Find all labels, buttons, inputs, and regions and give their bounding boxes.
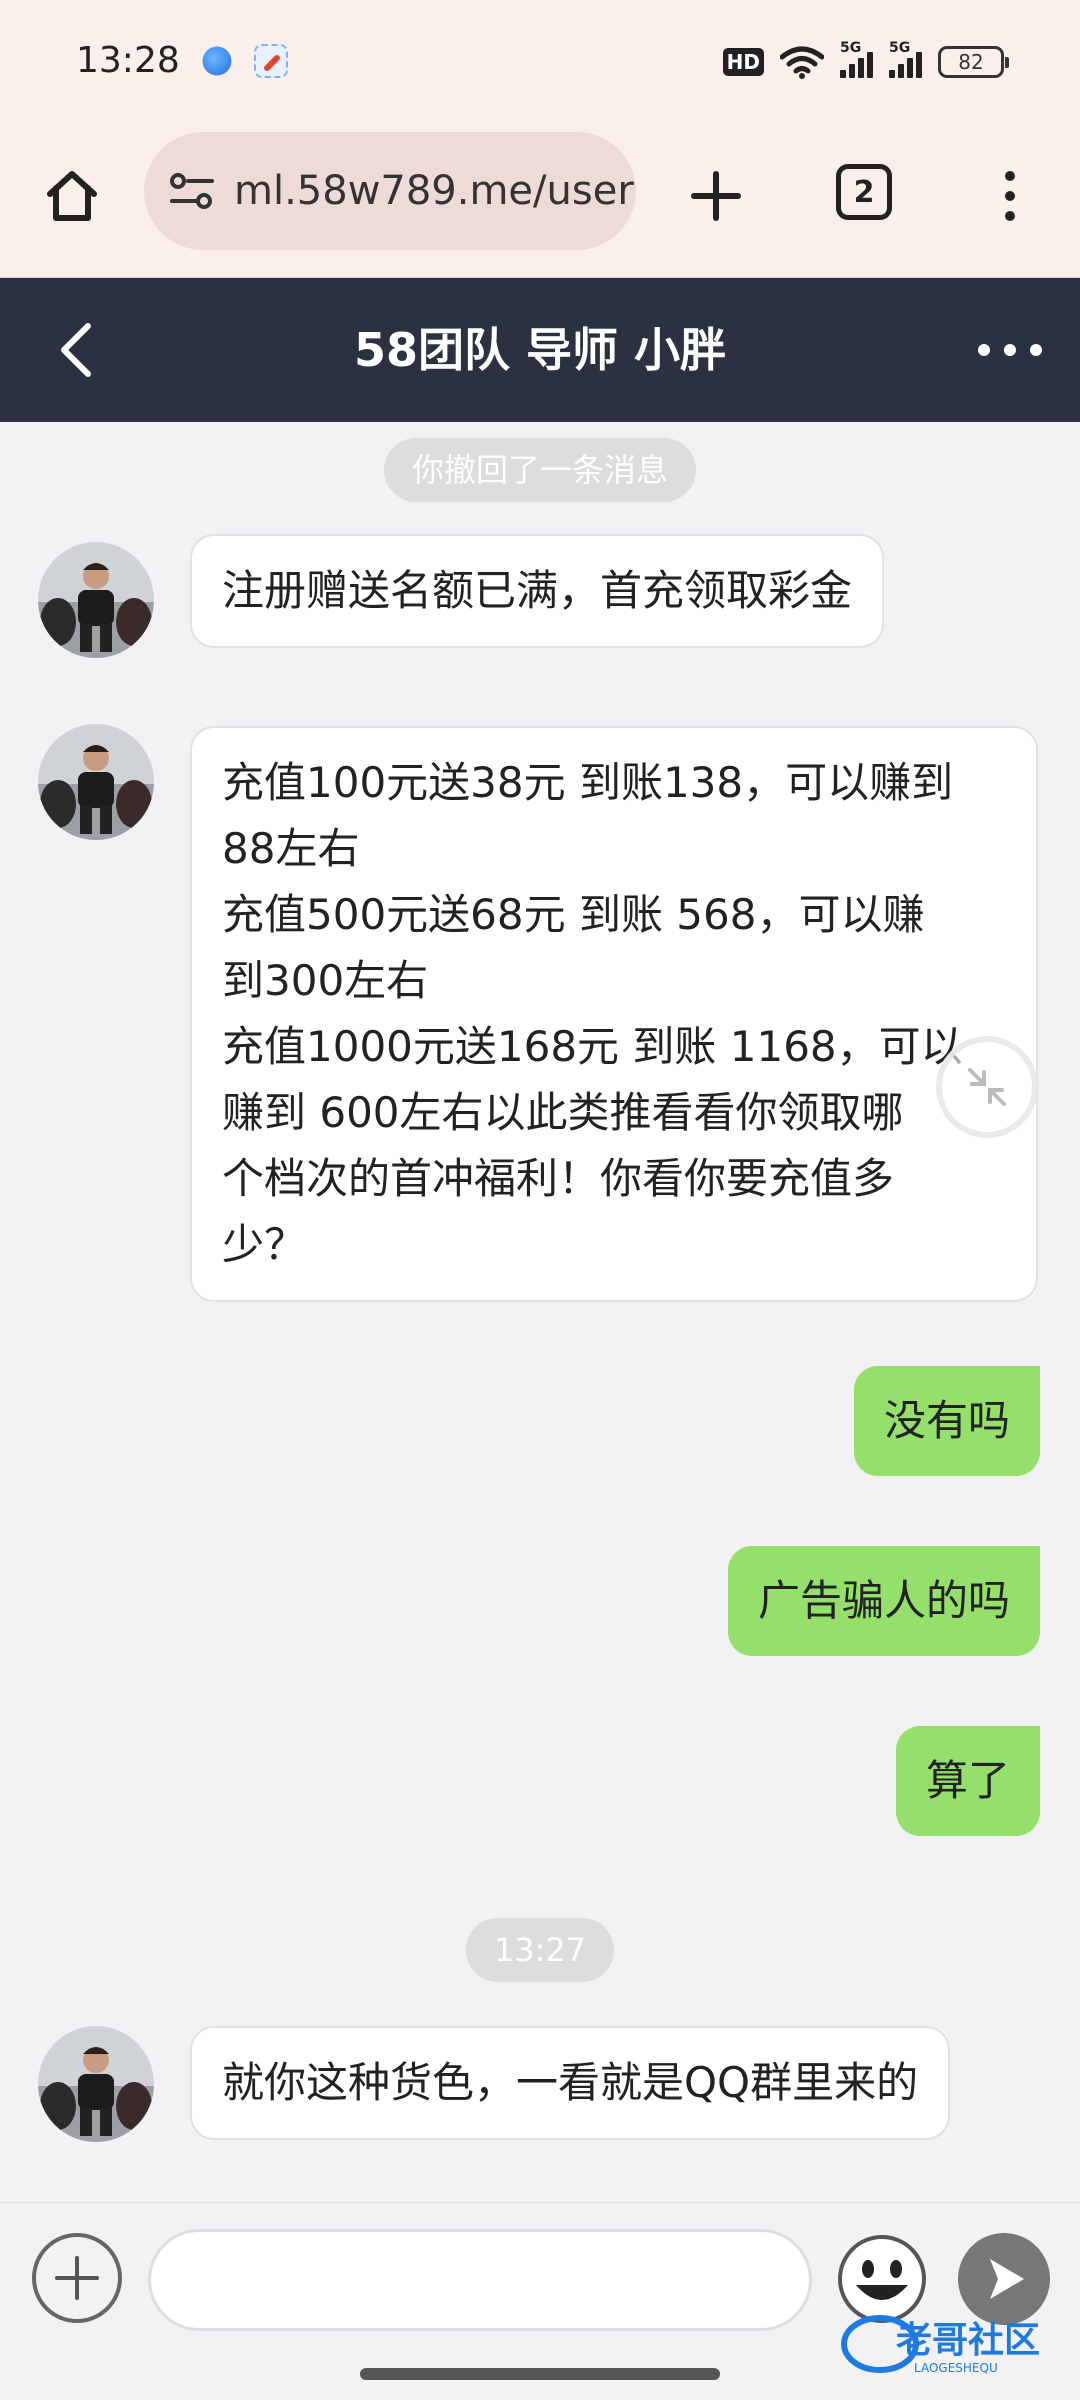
message-line: 充值500元送68元 到账 568，可以赚	[222, 890, 925, 939]
message-line: 到300左右	[222, 956, 429, 1005]
browser-toolbar: ml.58w789.me/user 2	[0, 124, 1080, 278]
menu-dot-icon	[1005, 171, 1015, 181]
recalled-message-notice: 你撤回了一条消息	[383, 438, 697, 502]
chat-title: 58团队 导师 小胖	[353, 323, 727, 377]
community-watermark-logo: 老哥社区 LAOGESHEQU	[841, 2315, 1040, 2375]
menu-dot-icon	[1005, 211, 1015, 221]
send-arrow-icon	[990, 2259, 1024, 2299]
home-icon	[47, 171, 97, 221]
battery-level: 82	[958, 50, 984, 74]
more-options-button[interactable]	[978, 330, 1042, 370]
browser-menu-button[interactable]	[990, 160, 1030, 232]
message-list[interactable]: 你撤回了一条消息 注册赠送名额已满，首充领取彩金 充值100元送38元 到账13…	[0, 422, 1080, 2202]
avatar[interactable]	[38, 2026, 154, 2142]
hd-voice-icon: HD	[722, 48, 764, 76]
status-indicators: HD 5G 5G 82	[722, 40, 1009, 82]
status-bar: 13:28 HD 5G 5G 82	[0, 0, 1080, 124]
signal-icon-2: 5G	[889, 40, 922, 78]
minimize-window-icon	[968, 1068, 1006, 1106]
message-line: 个档次的首冲福利！你看你要充值多	[222, 1154, 895, 1203]
compass-app-icon	[254, 44, 288, 78]
avatar-photo	[38, 724, 154, 840]
plus-icon	[691, 171, 741, 221]
message-input[interactable]	[148, 2229, 812, 2331]
avatar[interactable]	[38, 542, 154, 658]
avatar-photo	[38, 542, 154, 658]
new-tab-button[interactable]	[680, 160, 752, 232]
back-button[interactable]	[44, 314, 108, 386]
svg-text:老哥社区: 老哥社区	[896, 2320, 1040, 2361]
address-bar[interactable]: ml.58w789.me/user	[144, 132, 636, 250]
tab-count: 2	[853, 174, 875, 210]
outgoing-message[interactable]: 算了	[895, 1726, 1040, 1836]
chat-header: 58团队 导师 小胖	[0, 278, 1080, 422]
home-indicator[interactable]	[360, 2368, 720, 2380]
incoming-message[interactable]: 注册赠送名额已满，首充领取彩金	[190, 534, 885, 648]
battery-icon: 82	[938, 46, 1009, 78]
menu-dot-icon	[1005, 191, 1015, 201]
more-dot-icon	[1030, 344, 1042, 356]
tab-switcher-button[interactable]: 2	[836, 164, 892, 220]
message-line: 88左右	[222, 824, 360, 873]
plus-icon	[55, 2256, 99, 2300]
more-dot-icon	[978, 344, 990, 356]
outgoing-message[interactable]: 没有吗	[853, 1366, 1040, 1476]
add-attachment-button[interactable]	[32, 2233, 122, 2323]
svg-text:LAOGESHEQU: LAOGESHEQU	[914, 2361, 998, 2375]
outgoing-message[interactable]: 广告骗人的吗	[727, 1546, 1040, 1656]
browser-app-icon	[202, 46, 232, 76]
message-timestamp: 13:27	[465, 1918, 615, 1982]
site-settings-icon	[170, 173, 214, 209]
incoming-message[interactable]: 就你这种货色，一看就是QQ群里来的	[190, 2026, 951, 2140]
avatar-photo	[38, 2026, 154, 2142]
message-line: 充值1000元送168元 到账 1168，可以	[222, 1022, 963, 1071]
url-text: ml.58w789.me/user	[234, 168, 634, 214]
message-line: 少？	[222, 1220, 307, 1269]
message-line: 充值100元送38元 到账138，可以赚到	[222, 758, 954, 807]
more-dot-icon	[1004, 344, 1016, 356]
chevron-left-icon	[61, 323, 91, 377]
status-time: 13:28	[76, 40, 180, 81]
message-line: 赚到 600左右以此类推看看你领取哪	[222, 1088, 904, 1137]
home-button[interactable]	[36, 160, 108, 232]
floating-window-button[interactable]	[936, 1036, 1038, 1138]
signal-icon-1: 5G	[840, 40, 873, 78]
avatar[interactable]	[38, 724, 154, 840]
wifi-icon	[780, 46, 824, 79]
incoming-message[interactable]: 充值100元送38元 到账138，可以赚到 88左右 充值500元送68元 到账…	[190, 726, 1038, 1302]
